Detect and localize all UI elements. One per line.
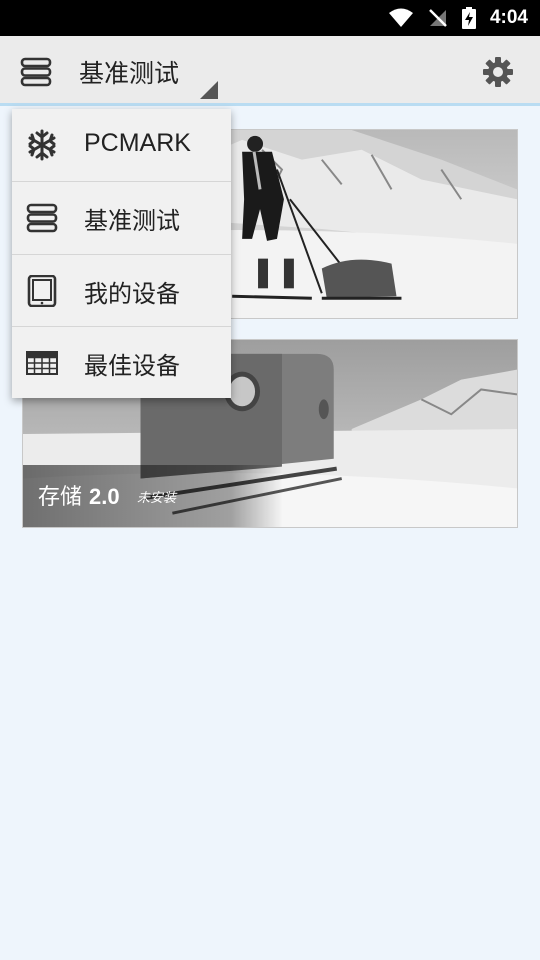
menu-item-pcmark[interactable]: PCMARK <box>12 109 231 181</box>
status-time: 4:04 <box>489 7 528 28</box>
no-signal-icon <box>429 9 447 27</box>
menu-item-benchmarks[interactable]: 基准测试 <box>12 181 231 253</box>
card-title: 存储 2.0 <box>38 479 120 511</box>
card-version: 2.0 <box>89 484 120 509</box>
dropdown-indicator-icon <box>200 81 218 99</box>
status-bar: 4:04 <box>0 0 540 36</box>
card-caption: 存储 2.0 未安装 <box>23 465 283 527</box>
settings-gear-icon[interactable] <box>482 56 514 88</box>
menu-item-label: 最佳设备 <box>84 352 180 380</box>
snowflake-icon <box>28 129 56 161</box>
wifi-icon <box>388 8 413 27</box>
tablet-icon <box>27 275 57 307</box>
battery-charging-icon <box>461 7 476 29</box>
menu-item-label: PCMARK <box>84 129 191 157</box>
menu-item-best-devices[interactable]: 最佳设备 <box>12 326 231 398</box>
card-name: 存储 <box>38 485 83 510</box>
status-icons: 4:04 <box>388 0 528 36</box>
navigation-dropdown-menu: PCMARK 基准测试 我的设备 最佳设备 <box>12 109 231 398</box>
menu-item-label: 基准测试 <box>84 207 180 235</box>
menu-item-my-device[interactable]: 我的设备 <box>12 254 231 326</box>
stack-icon <box>26 203 58 233</box>
menu-stack-icon[interactable] <box>20 57 52 87</box>
app-bar: 基准测试 <box>0 36 540 106</box>
app-title-dropdown[interactable]: 基准测试 <box>79 54 179 90</box>
menu-item-label: 我的设备 <box>84 280 180 308</box>
card-status: 未安装 <box>137 491 177 506</box>
grid-icon <box>26 351 58 375</box>
